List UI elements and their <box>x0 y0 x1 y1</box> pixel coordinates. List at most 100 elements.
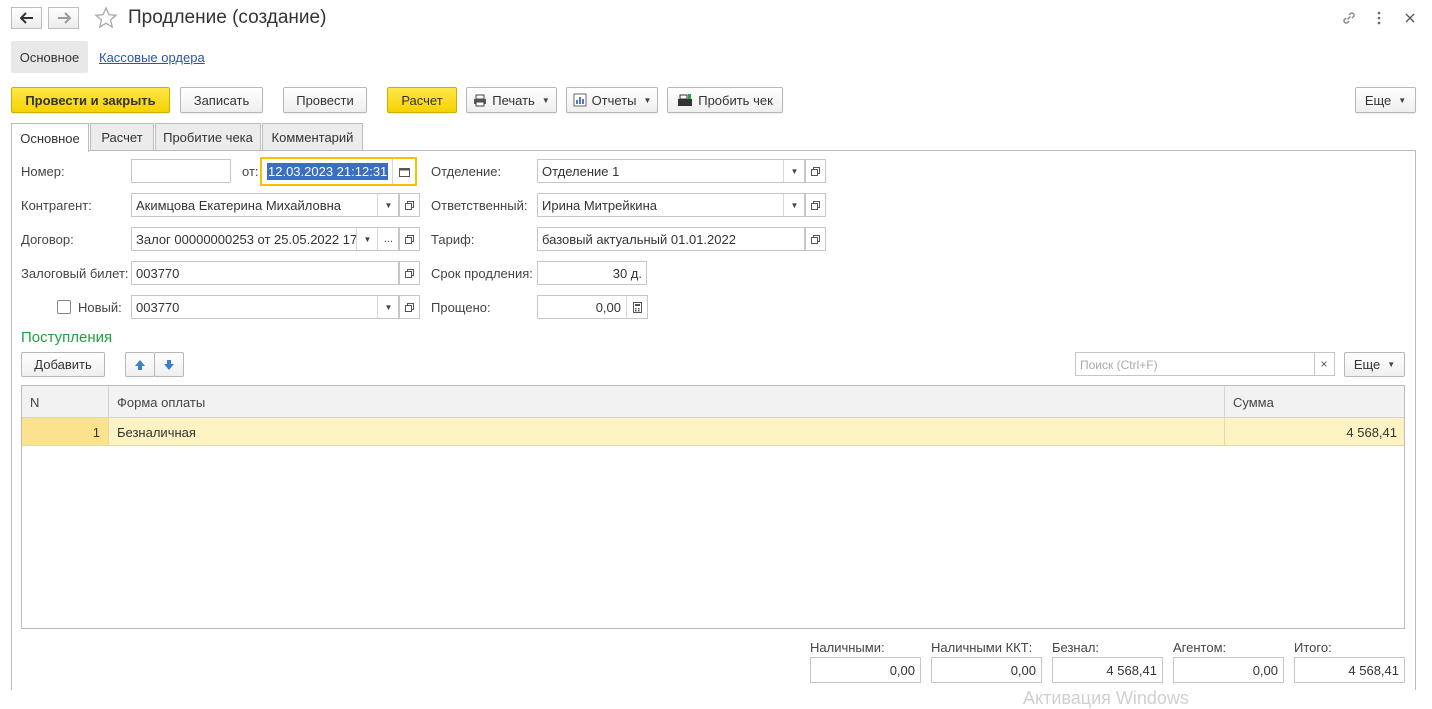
table-row-cell-sum[interactable]: 4 568,41 <box>1225 418 1404 446</box>
tariff-label: Тариф: <box>431 232 475 247</box>
grand-total-label: Итого: <box>1294 640 1332 655</box>
cash-orders-link[interactable]: Кассовые ордера <box>99 50 205 65</box>
search-clear-button[interactable]: × <box>1314 352 1335 376</box>
open-tariff-button[interactable] <box>805 227 826 251</box>
new-ticket-value: 003770 <box>136 300 180 315</box>
post-button[interactable]: Провести <box>283 87 367 113</box>
dropdown-icon[interactable]: ▼ <box>783 194 804 216</box>
department-field[interactable]: Отделение 1 ▼ <box>537 159 805 183</box>
tab-comment[interactable]: Комментарий <box>262 123 363 151</box>
cash-kkt-total-label: Наличными ККТ: <box>931 640 1033 655</box>
counterparty-field[interactable]: Акимцова Екатерина Михайловна ▼ <box>131 193 399 217</box>
forgiven-label: Прощено: <box>431 300 491 315</box>
column-header-sum[interactable]: Сумма <box>1225 386 1404 418</box>
cash-register-icon <box>678 94 693 106</box>
contract-field[interactable]: Залог 00000000253 от 25.05.2022 17: ▼ ..… <box>131 227 399 251</box>
counterparty-label: Контрагент: <box>21 198 92 213</box>
agent-total-field[interactable]: 0,00 <box>1173 657 1284 683</box>
dropdown-icon[interactable]: ▼ <box>377 194 398 216</box>
open-responsible-button[interactable] <box>805 193 826 217</box>
link-icon <box>1343 12 1355 24</box>
more-actions-button[interactable] <box>1369 8 1389 28</box>
back-arrow-icon <box>19 12 33 24</box>
noncash-total-field[interactable]: 4 568,41 <box>1052 657 1163 683</box>
move-down-button[interactable] <box>154 352 184 377</box>
save-button[interactable]: Записать <box>180 87 263 113</box>
favorite-button[interactable] <box>94 6 118 30</box>
column-header-n[interactable]: N <box>22 386 109 418</box>
forgiven-field[interactable]: 0,00 <box>537 295 648 319</box>
cash-total-field[interactable]: 0,00 <box>810 657 921 683</box>
close-icon: × <box>1320 357 1328 371</box>
open-pledge-ticket-button[interactable] <box>399 261 420 285</box>
reports-button[interactable]: Отчеты ▼ <box>566 87 658 113</box>
close-button[interactable] <box>1400 8 1420 28</box>
date-field[interactable]: 12.03.2023 21:12:31 <box>260 157 417 186</box>
chevron-down-icon: ▼ <box>643 95 652 105</box>
grand-total-field[interactable]: 4 568,41 <box>1294 657 1405 683</box>
forward-button[interactable] <box>48 7 79 29</box>
arrow-up-icon <box>135 359 145 370</box>
print-label: Печать <box>492 92 535 108</box>
move-up-button[interactable] <box>125 352 155 377</box>
new-ticket-field[interactable]: 003770 ▼ <box>131 295 399 319</box>
date-value: 12.03.2023 21:12:31 <box>267 163 389 180</box>
dropdown-icon[interactable]: ▼ <box>356 228 378 250</box>
open-contract-button[interactable] <box>399 227 420 251</box>
tab-receipt-punch[interactable]: Пробитие чека <box>155 123 261 151</box>
extension-field[interactable]: 30 д. <box>537 261 647 285</box>
section-main[interactable]: Основное <box>11 41 88 73</box>
dropdown-icon[interactable]: ▼ <box>783 160 804 182</box>
column-header-payment-form[interactable]: Форма оплаты <box>109 386 1225 418</box>
calculator-icon <box>633 301 642 313</box>
add-receipt-button[interactable]: Добавить <box>21 352 105 377</box>
receipts-more-label: Еще <box>1353 357 1381 372</box>
chevron-down-icon: ▼ <box>1387 360 1396 369</box>
open-icon <box>811 234 820 244</box>
post-and-close-button[interactable]: Провести и закрыть <box>11 87 170 113</box>
calendar-button[interactable] <box>392 159 415 184</box>
calc-button[interactable]: Расчет <box>387 87 457 113</box>
responsible-field[interactable]: Ирина Митрейкина ▼ <box>537 193 805 217</box>
department-label: Отделение: <box>431 164 502 179</box>
back-button[interactable] <box>11 7 42 29</box>
from-label: от: <box>242 164 259 179</box>
print-button[interactable]: Печать ▼ <box>466 87 557 113</box>
open-icon <box>405 268 414 278</box>
reports-label: Отчеты <box>591 92 637 108</box>
receipts-table: N Форма оплаты Сумма 1 Безналичная 4 568… <box>21 385 1405 629</box>
contract-label: Договор: <box>21 232 74 247</box>
receipts-more-button[interactable]: Еще ▼ <box>1344 352 1405 377</box>
calculator-button[interactable] <box>626 296 647 318</box>
responsible-value: Ирина Митрейкина <box>542 198 657 213</box>
select-button[interactable]: ... <box>377 228 398 250</box>
forgiven-value: 0,00 <box>595 300 621 315</box>
tab-calc[interactable]: Расчет <box>90 123 154 151</box>
contract-value: Залог 00000000253 от 25.05.2022 17: <box>136 232 361 247</box>
table-row-cell-form[interactable]: Безналичная <box>109 418 1225 446</box>
open-department-button[interactable] <box>805 159 826 183</box>
new-checkbox[interactable] <box>57 300 71 314</box>
dropdown-icon[interactable]: ▼ <box>377 296 398 318</box>
pledge-ticket-field[interactable]: 003770 <box>131 261 399 285</box>
tariff-field[interactable]: базовый актуальный 01.01.2022 <box>537 227 805 251</box>
search-input[interactable]: Поиск (Ctrl+F) <box>1075 352 1315 376</box>
printer-icon <box>474 94 487 106</box>
open-new-ticket-button[interactable] <box>399 295 420 319</box>
extension-label: Срок продления: <box>431 266 533 281</box>
link-button[interactable] <box>1339 8 1359 28</box>
open-icon <box>811 200 820 210</box>
table-row-cell-n[interactable]: 1 <box>22 418 109 446</box>
open-icon <box>405 200 414 210</box>
department-value: Отделение 1 <box>542 164 620 179</box>
open-icon <box>811 166 820 176</box>
open-icon <box>405 302 414 312</box>
chevron-down-icon: ▼ <box>541 95 550 105</box>
tab-main[interactable]: Основное <box>11 123 89 152</box>
more-button[interactable]: Еще ▼ <box>1355 87 1416 113</box>
punch-receipt-button[interactable]: Пробить чек <box>667 87 783 113</box>
cash-kkt-total-field[interactable]: 0,00 <box>931 657 1042 683</box>
number-field[interactable] <box>131 159 231 183</box>
more-vertical-icon <box>1377 11 1381 25</box>
open-counterparty-button[interactable] <box>399 193 420 217</box>
